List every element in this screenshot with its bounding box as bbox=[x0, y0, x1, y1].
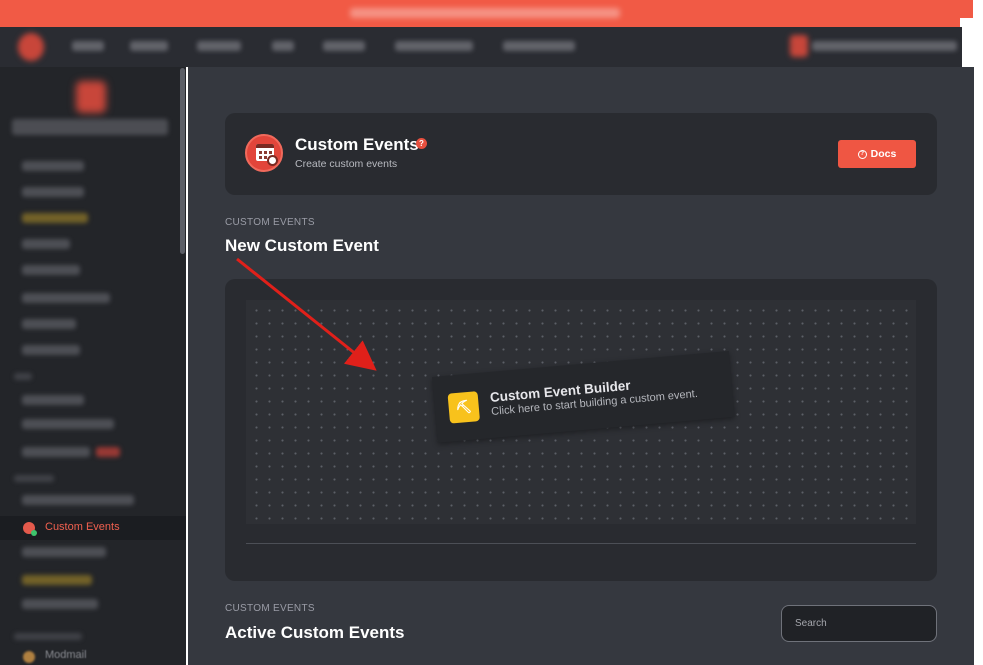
sidebar-item[interactable] bbox=[22, 239, 70, 249]
sidebar-item[interactable] bbox=[22, 161, 84, 171]
docs-button-label: Docs bbox=[870, 148, 897, 160]
nav-link[interactable] bbox=[130, 41, 168, 51]
section-title: New Custom Event bbox=[225, 236, 379, 255]
page-subtitle: Create custom events bbox=[295, 158, 398, 170]
section-label: CUSTOM EVENTS bbox=[225, 603, 315, 614]
pickaxe-icon: ⛏ bbox=[447, 391, 481, 424]
divider bbox=[246, 543, 916, 544]
search-input[interactable] bbox=[781, 605, 937, 642]
sidebar-item[interactable] bbox=[22, 293, 110, 303]
docs-button[interactable]: ? Docs bbox=[838, 140, 916, 168]
nav-link[interactable] bbox=[197, 41, 241, 51]
user-avatar[interactable] bbox=[790, 35, 808, 57]
sidebar-heading bbox=[14, 633, 82, 640]
page-header-card: Custom Events ? Create custom events ? D… bbox=[225, 113, 937, 195]
custom-events-icon bbox=[23, 522, 37, 536]
sidebar-item-custom-events[interactable]: Custom Events bbox=[0, 516, 186, 540]
nav-link[interactable] bbox=[503, 41, 575, 51]
modmail-icon bbox=[23, 651, 35, 663]
nav-link[interactable] bbox=[395, 41, 473, 51]
user-name-blurred[interactable] bbox=[812, 41, 957, 51]
new-badge bbox=[96, 447, 120, 457]
sidebar-item[interactable] bbox=[22, 599, 98, 609]
sidebar-item[interactable] bbox=[22, 547, 106, 557]
sidebar: Custom Events Modmail bbox=[0, 67, 186, 665]
sidebar-item[interactable] bbox=[22, 447, 90, 457]
sidebar-heading bbox=[14, 373, 32, 380]
help-icon[interactable]: ? bbox=[416, 138, 427, 149]
sidebar-item[interactable] bbox=[22, 419, 114, 429]
sidebar-heading bbox=[14, 475, 54, 482]
sidebar-item[interactable] bbox=[22, 213, 88, 223]
top-navbar bbox=[0, 27, 962, 67]
sidebar-scrollbar[interactable] bbox=[180, 68, 185, 254]
section-label: CUSTOM EVENTS bbox=[225, 217, 315, 228]
sidebar-item[interactable] bbox=[22, 187, 84, 197]
sidebar-item[interactable] bbox=[22, 319, 76, 329]
sidebar-item-modmail[interactable]: Modmail bbox=[45, 649, 87, 661]
calendar-clock-icon bbox=[245, 134, 283, 172]
server-selector[interactable] bbox=[12, 119, 168, 135]
question-circle-icon: ? bbox=[857, 149, 867, 159]
sidebar-item[interactable] bbox=[22, 265, 80, 275]
site-logo-icon[interactable] bbox=[18, 33, 44, 61]
nav-link[interactable] bbox=[272, 41, 294, 51]
nav-link[interactable] bbox=[72, 41, 104, 51]
sidebar-item[interactable] bbox=[22, 395, 84, 405]
server-logo-icon bbox=[76, 81, 106, 113]
sidebar-item[interactable] bbox=[22, 345, 80, 355]
top-banner bbox=[0, 0, 960, 27]
banner-edge bbox=[960, 0, 973, 18]
banner-text-blurred bbox=[350, 8, 620, 18]
page-title: Custom Events bbox=[295, 135, 419, 154]
sidebar-item[interactable] bbox=[22, 495, 134, 505]
sidebar-item-label: Custom Events bbox=[45, 521, 120, 533]
nav-link[interactable] bbox=[323, 41, 365, 51]
section-title: Active Custom Events bbox=[225, 623, 405, 642]
sidebar-item[interactable] bbox=[22, 575, 92, 585]
